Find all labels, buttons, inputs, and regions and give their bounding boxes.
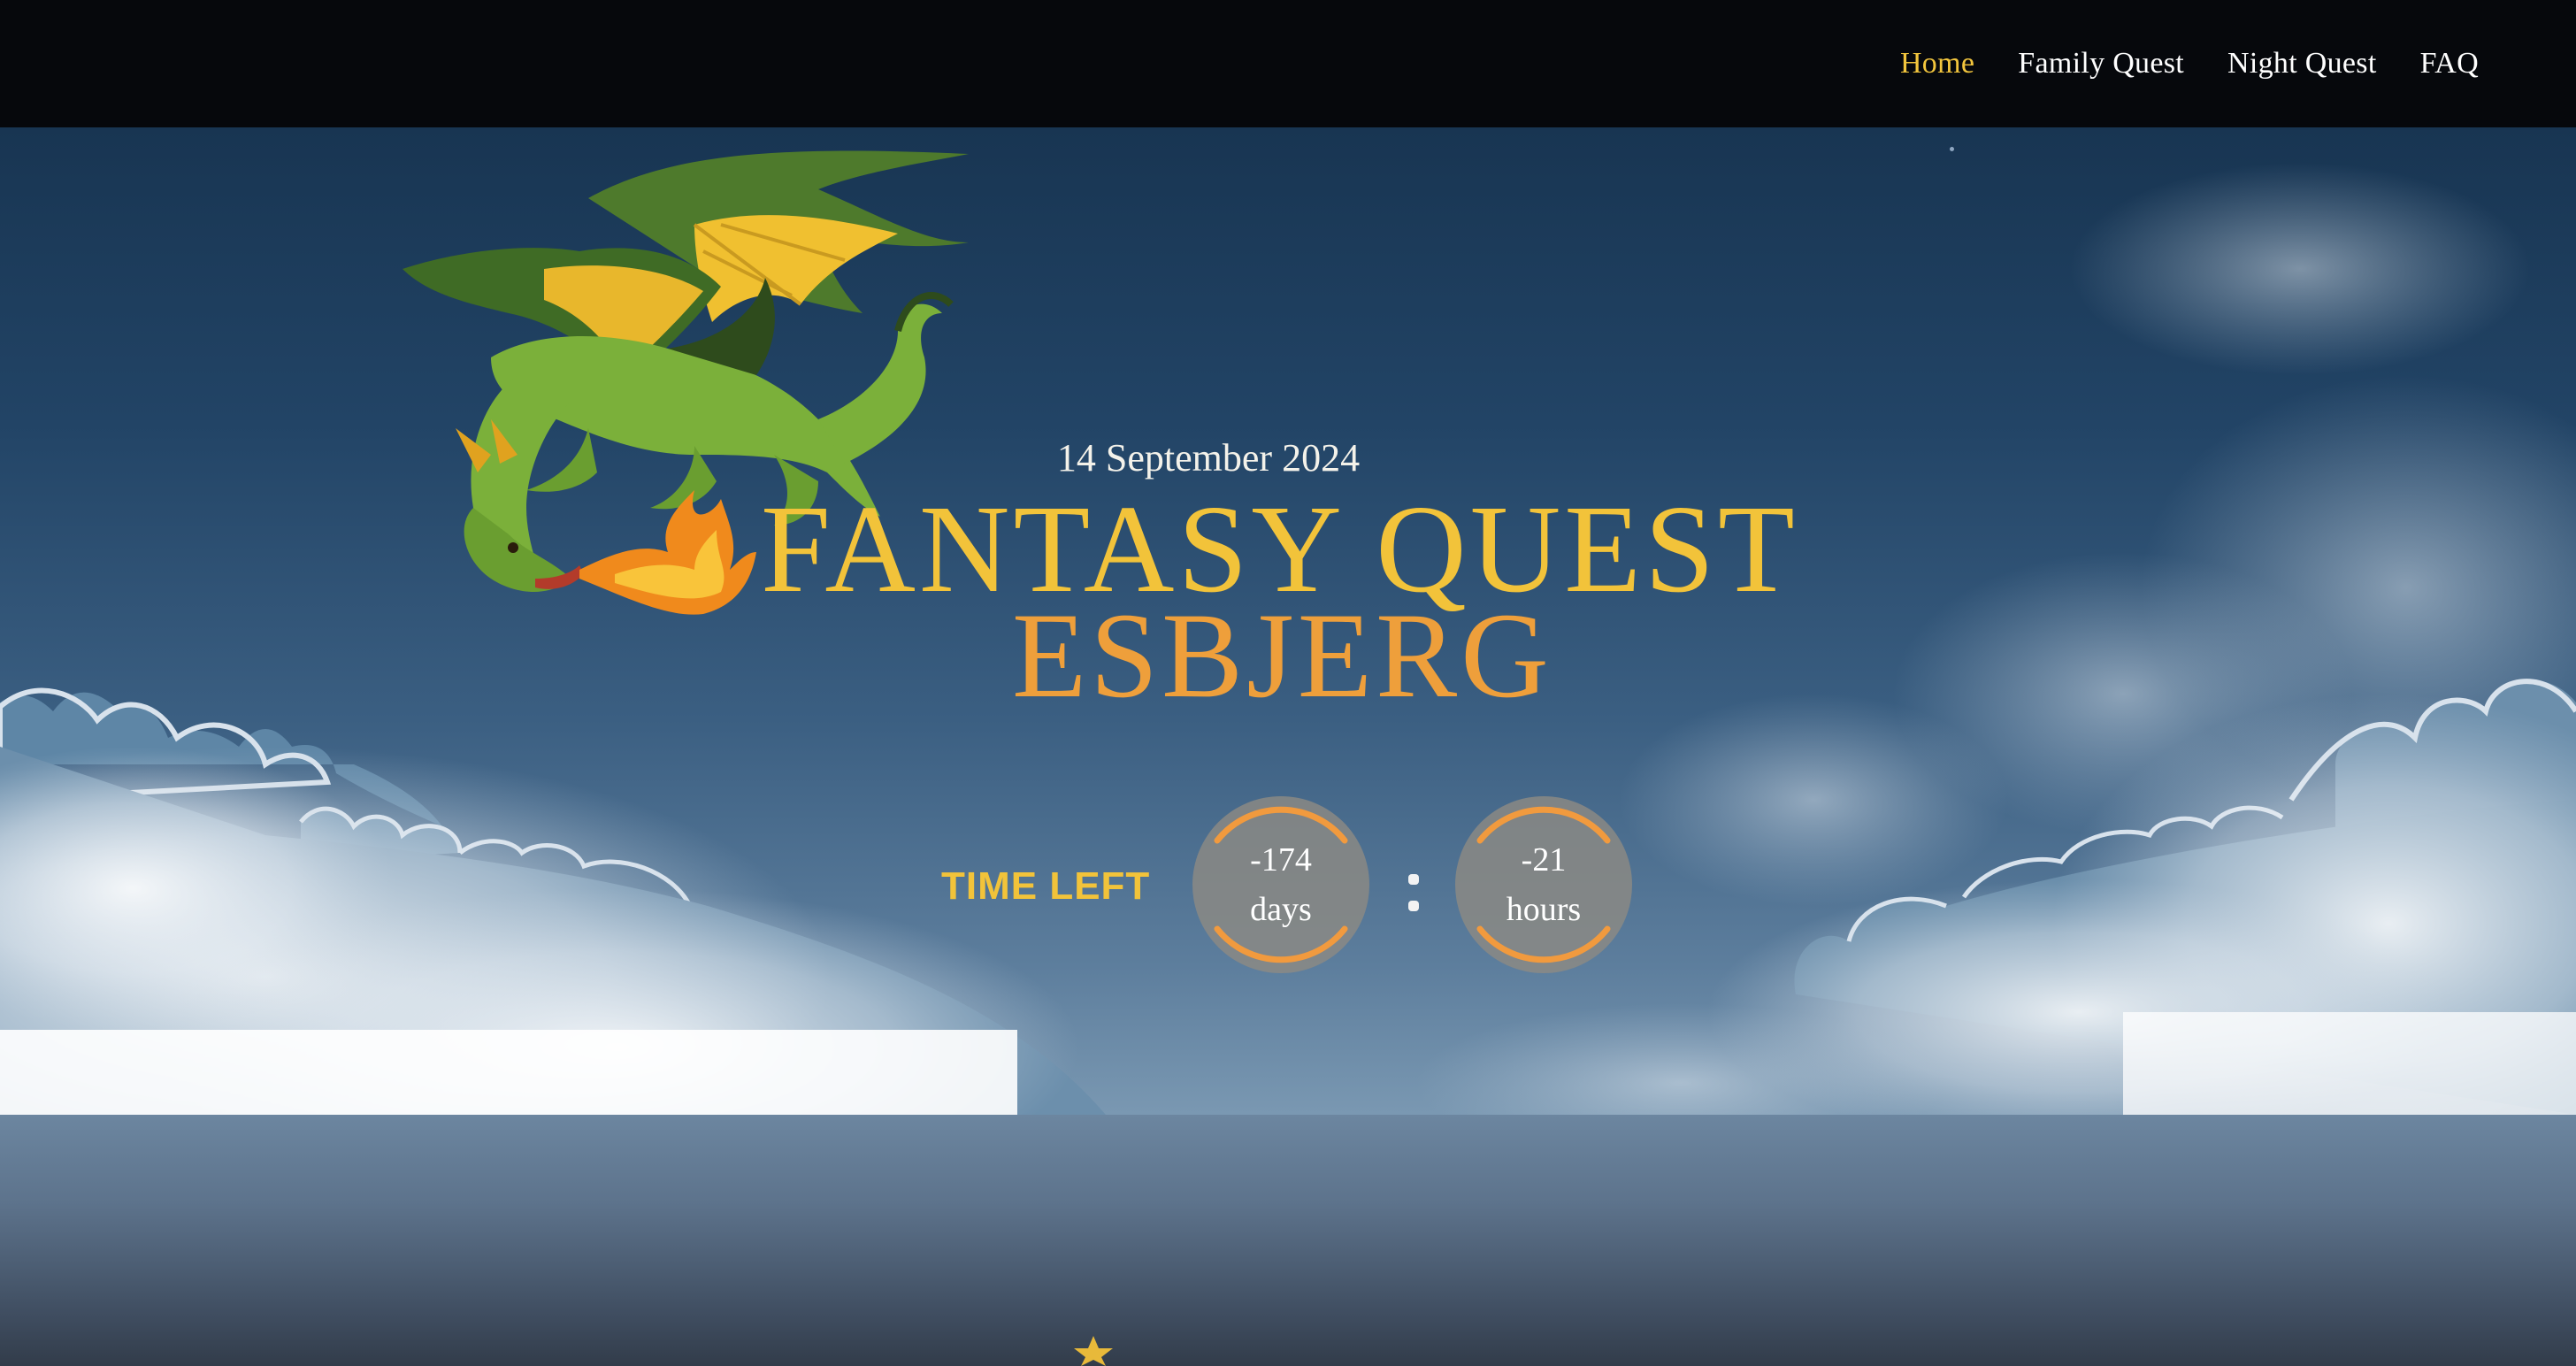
- star-icon: [1074, 1336, 1113, 1366]
- sky-star-dot: [1950, 147, 1954, 151]
- countdown-hours: -21 hours: [1455, 796, 1632, 973]
- nav-item-night-quest[interactable]: Night Quest: [2227, 47, 2377, 81]
- top-navbar: Home Family Quest Night Quest FAQ: [0, 0, 2576, 127]
- countdown-days-ring: [1214, 806, 1348, 963]
- countdown-days: -174 days: [1192, 796, 1369, 973]
- countdown-hours-ring: [1476, 806, 1611, 963]
- title-esbjerg: ESBJERG: [1012, 587, 1552, 723]
- lower-section: [0, 1115, 2576, 1366]
- nav-item-family-quest[interactable]: Family Quest: [2018, 47, 2184, 81]
- nav-item-faq[interactable]: FAQ: [2420, 47, 2479, 81]
- event-date: 14 September 2024: [1056, 436, 1361, 480]
- hero-section: 14 September 2024 FANTASY QUEST ESBJERG …: [0, 127, 2576, 1115]
- time-left-label: TIME LEFT: [941, 864, 1151, 908]
- nav-item-home[interactable]: Home: [1900, 47, 1974, 81]
- countdown-separator: [1407, 867, 1419, 920]
